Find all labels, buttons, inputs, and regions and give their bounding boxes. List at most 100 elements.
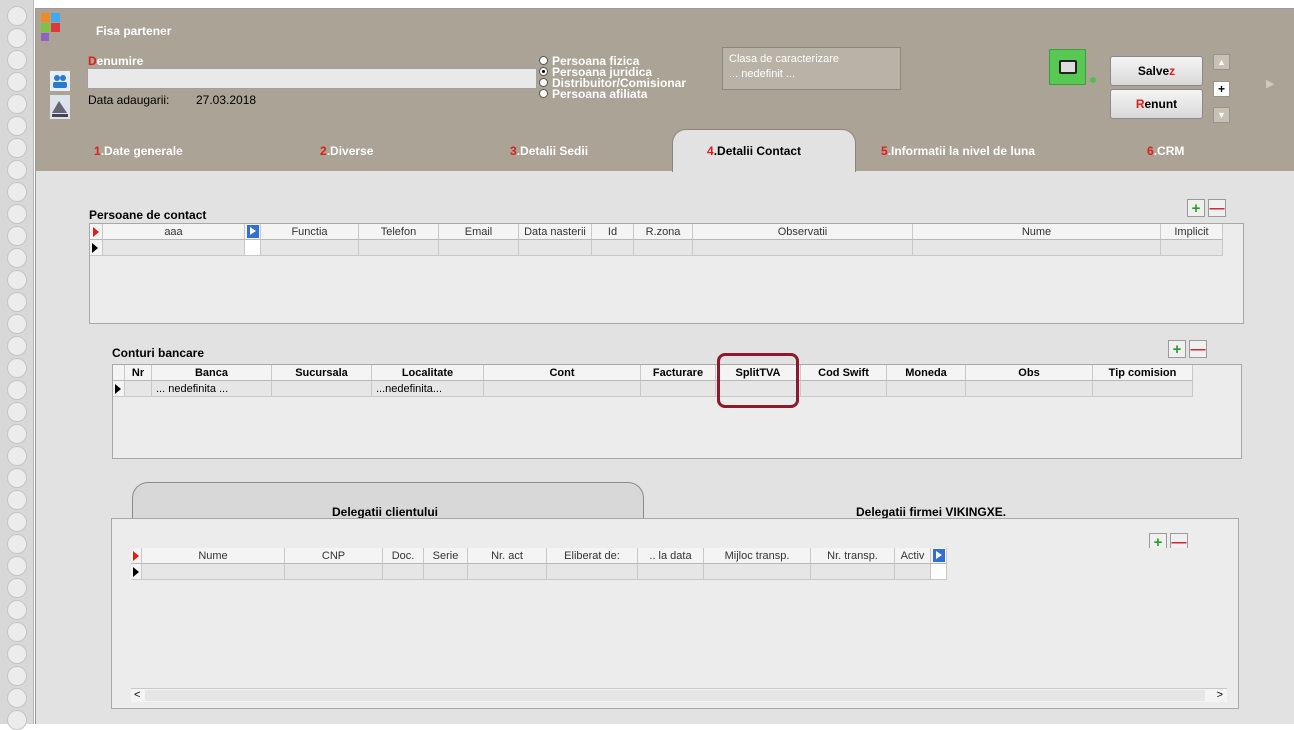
col-nume[interactable]: Nume — [913, 224, 1161, 240]
table-cell[interactable] — [285, 564, 383, 580]
radio-circle[interactable] — [539, 78, 548, 87]
col-implicit[interactable]: Implicit — [1161, 224, 1223, 240]
name-input[interactable] — [87, 68, 537, 89]
col-la-data[interactable]: .. la data — [638, 548, 704, 564]
table-cell[interactable] — [383, 564, 424, 580]
tab-detalii-sedii[interactable]: 3.Detalii Sedii — [510, 144, 588, 158]
folder-button[interactable] — [1049, 49, 1086, 85]
table-cell[interactable] — [547, 564, 638, 580]
scroll-left-icon[interactable]: < — [134, 689, 140, 701]
col-facturare[interactable]: Facturare — [641, 365, 716, 381]
tab-delegatii-clientului[interactable]: Delegatii clientului — [332, 505, 438, 519]
cancel-button[interactable]: Renunt — [1110, 89, 1203, 119]
tab-delegatii-firmei[interactable]: Delegatii firmei VIKINGXE. — [856, 505, 1006, 519]
radio-persoana-afiliata[interactable]: Persoana afiliata — [539, 87, 647, 101]
column-nav-icon[interactable] — [247, 225, 259, 238]
tab-diverse[interactable]: 2.Diverse — [320, 144, 373, 158]
scroll-down-button[interactable]: ▼ — [1213, 107, 1230, 123]
table-cell[interactable] — [966, 381, 1093, 397]
col-cont[interactable]: Cont — [484, 365, 641, 381]
col-rzona[interactable]: R.zona — [634, 224, 693, 240]
col-activ[interactable]: Activ — [895, 548, 931, 564]
table-cell[interactable] — [641, 381, 716, 397]
save-button[interactable]: Salve z — [1110, 56, 1203, 86]
delegations-grid[interactable]: Nume CNP Doc. Serie Nr. act Eliberat de:… — [131, 548, 1227, 703]
remove-bank-account-button[interactable]: — — [1189, 340, 1207, 358]
table-cell[interactable] — [638, 564, 704, 580]
scroll-right-icon[interactable]: > — [1217, 689, 1223, 701]
col-doc[interactable]: Doc. — [383, 548, 424, 564]
col-email[interactable]: Email — [439, 224, 519, 240]
col-moneda[interactable]: Moneda — [887, 365, 966, 381]
remove-contact-button[interactable]: — — [1208, 199, 1226, 217]
table-cell[interactable] — [468, 564, 547, 580]
table-cell[interactable] — [801, 381, 887, 397]
clasa-caracterizare-box[interactable]: Clasa de caracterizare ... nedefinit ... — [722, 47, 901, 90]
add-record-button[interactable]: + — [1213, 81, 1230, 97]
horizontal-scrollbar[interactable]: < > — [131, 688, 1227, 702]
table-cell[interactable] — [103, 240, 245, 256]
table-cell[interactable] — [1093, 381, 1193, 397]
contacts-grid[interactable]: aaa Functia Telefon Email Data nasterii … — [89, 223, 1244, 324]
radio-circle[interactable] — [539, 56, 548, 65]
table-cell[interactable] — [913, 240, 1161, 256]
col-observatii[interactable]: Observatii — [693, 224, 913, 240]
expand-right-icon[interactable]: ▶ — [1266, 77, 1274, 90]
table-cell[interactable] — [704, 564, 811, 580]
tab-informatii-luna[interactable]: 5.Informatii la nivel de luna — [881, 144, 1035, 158]
table-cell[interactable] — [125, 381, 152, 397]
table-cell[interactable] — [895, 564, 931, 580]
col-cod-swift[interactable]: Cod Swift — [801, 365, 887, 381]
table-cell[interactable] — [245, 240, 261, 256]
radio-circle-selected[interactable] — [539, 67, 548, 76]
table-cell[interactable] — [592, 240, 634, 256]
col-nume[interactable]: Nume — [142, 548, 285, 564]
table-cell[interactable] — [811, 564, 895, 580]
table-cell[interactable] — [484, 381, 641, 397]
add-contact-button[interactable]: + — [1187, 199, 1205, 217]
table-cell[interactable] — [142, 564, 285, 580]
table-cell[interactable] — [887, 381, 966, 397]
col-mijloc-transp[interactable]: Mijloc transp. — [704, 548, 811, 564]
col-nr-transp[interactable]: Nr. transp. — [811, 548, 895, 564]
map-icon[interactable] — [50, 95, 70, 119]
table-cell[interactable] — [519, 240, 592, 256]
bank-accounts-grid[interactable]: Nr Banca Sucursala Localitate Cont Factu… — [112, 364, 1242, 459]
radio-circle[interactable] — [539, 89, 548, 98]
col-aaa[interactable]: aaa — [103, 224, 245, 240]
cell-localitate[interactable]: ...nedefinita... — [372, 381, 484, 397]
table-cell[interactable] — [359, 240, 439, 256]
table-cell[interactable] — [439, 240, 519, 256]
users-icon[interactable] — [50, 71, 70, 91]
column-nav-icon[interactable] — [933, 549, 945, 562]
col-nr-act[interactable]: Nr. act — [468, 548, 547, 564]
col-banca[interactable]: Banca — [152, 365, 272, 381]
col-cnp[interactable]: CNP — [285, 548, 383, 564]
table-cell[interactable] — [424, 564, 468, 580]
tab-crm[interactable]: 6.CRM — [1147, 144, 1184, 158]
table-cell[interactable] — [261, 240, 359, 256]
scroll-up-button[interactable]: ▲ — [1213, 54, 1230, 70]
column-nav-header[interactable] — [245, 224, 261, 240]
col-eliberat-de[interactable]: Eliberat de: — [547, 548, 638, 564]
tab-date-generale[interactable]: 1.Date generale — [94, 144, 183, 158]
col-telefon[interactable]: Telefon — [359, 224, 439, 240]
table-cell[interactable] — [634, 240, 693, 256]
col-id[interactable]: Id — [592, 224, 634, 240]
col-functia[interactable]: Functia — [261, 224, 359, 240]
cell-banca[interactable]: ... nedefinita ... — [152, 381, 272, 397]
col-sucursala[interactable]: Sucursala — [272, 365, 372, 381]
col-serie[interactable]: Serie — [424, 548, 468, 564]
add-bank-account-button[interactable]: + — [1168, 340, 1186, 358]
col-nr[interactable]: Nr — [125, 365, 152, 381]
table-cell[interactable] — [272, 381, 372, 397]
col-obs[interactable]: Obs — [966, 365, 1093, 381]
col-tip-comision[interactable]: Tip comision — [1093, 365, 1193, 381]
table-cell[interactable] — [931, 564, 947, 580]
col-data-nasterii[interactable]: Data nasterii — [519, 224, 592, 240]
column-nav-header[interactable] — [931, 548, 947, 564]
table-cell[interactable] — [1161, 240, 1223, 256]
tab-detalii-contact[interactable]: 4.Detalii Contact — [707, 144, 801, 158]
scrollbar-thumb[interactable] — [145, 690, 1205, 701]
table-cell[interactable] — [693, 240, 913, 256]
